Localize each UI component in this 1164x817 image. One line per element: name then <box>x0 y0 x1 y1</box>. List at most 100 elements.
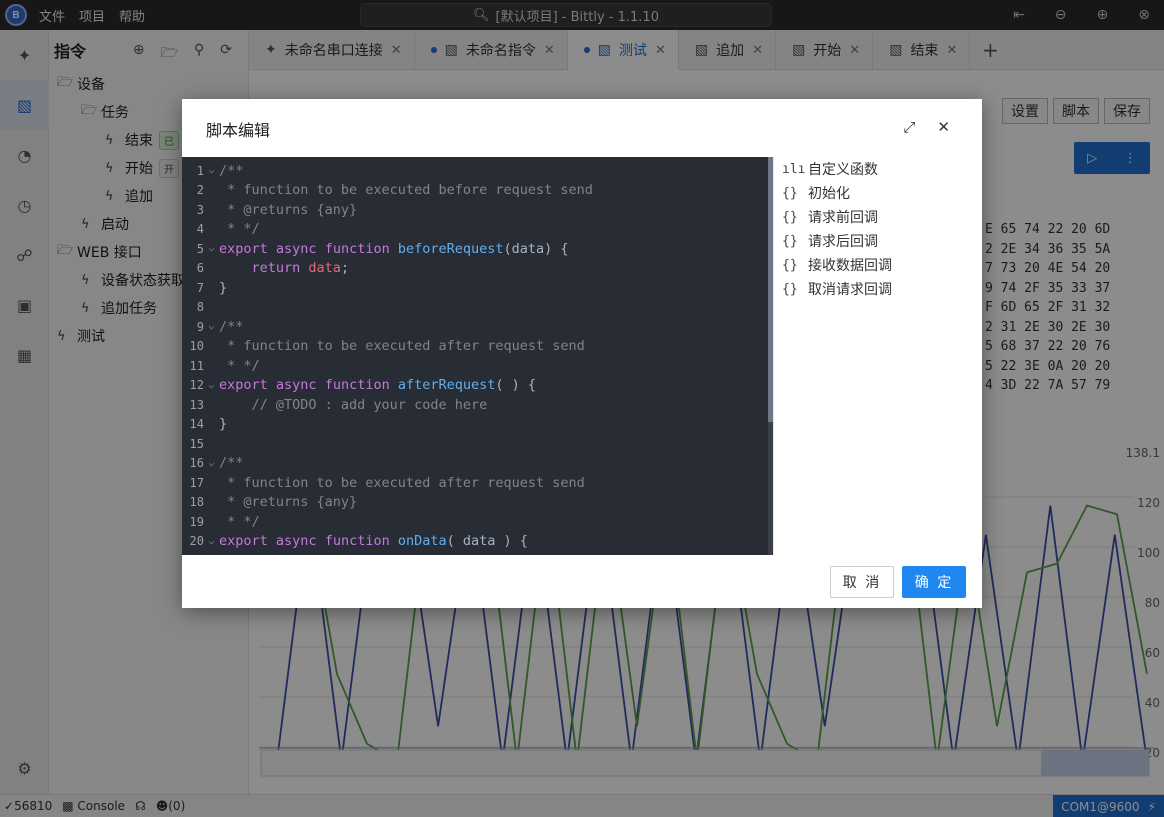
line-number: 16 <box>189 456 204 471</box>
code-token: } <box>219 416 228 433</box>
code-text: * function to be executed after request … <box>219 338 585 354</box>
line-number: 13 <box>189 397 204 412</box>
function-item[interactable]: ılı 自定义函数 <box>774 157 982 181</box>
function-item[interactable]: {} 请求后回调 <box>774 229 982 253</box>
code-token: * */ <box>219 221 260 238</box>
code-line: 9 ⌵/** <box>182 317 244 337</box>
fullscreen-icon[interactable]: ⤢ <box>903 118 915 136</box>
function-label: 接收数据回调 <box>808 258 892 274</box>
fold-chevron-icon[interactable]: ⌵ <box>204 458 219 469</box>
function-label: 请求前回调 <box>808 210 878 226</box>
code-token: function <box>324 240 398 257</box>
code-line: 18 * @returns {any} <box>182 493 358 513</box>
line-number: 20 <box>189 534 204 549</box>
code-token: afterRequest <box>397 377 496 394</box>
line-number: 14 <box>189 417 204 432</box>
code-token: export <box>219 533 276 550</box>
code-editor[interactable]: 1 ⌵/** 2 * function to be executed before … <box>182 157 769 555</box>
line-number: 19 <box>189 514 204 529</box>
line-number: 9 <box>196 319 204 334</box>
code-token: * @returns {any} <box>219 201 358 218</box>
fold-chevron-icon[interactable]: ⌵ <box>204 380 219 391</box>
braces-icon: {} <box>782 233 798 249</box>
fold-chevron-icon[interactable]: ⌵ <box>204 243 219 254</box>
function-label: 自定义函数 <box>808 162 878 178</box>
function-label: 取消请求回调 <box>808 282 892 298</box>
function-item[interactable]: {} 请求前回调 <box>774 205 982 229</box>
line-number: 12 <box>189 378 204 393</box>
code-line: 7} <box>182 278 227 298</box>
line-number: 5 <box>196 241 204 256</box>
code-text: * @returns {any} <box>219 494 357 510</box>
function-item[interactable]: {} 初始化 <box>774 181 982 205</box>
code-token: function <box>324 377 398 394</box>
dialog-title: 脚本编辑 <box>206 121 271 140</box>
code-text: * function to be executed before request… <box>219 182 593 198</box>
code-line: 11 * */ <box>182 356 260 376</box>
code-token: data <box>308 260 341 277</box>
code-token: // @TODO : add your code here <box>251 396 488 413</box>
waveform-icon: ılı <box>782 161 806 177</box>
line-number: 3 <box>196 202 204 217</box>
confirm-button[interactable]: 确 定 <box>902 566 966 598</box>
line-number: 1 <box>196 163 204 178</box>
code-line: 12 ⌵ export async function afterRequest( )… <box>182 376 536 396</box>
line-number: 2 <box>196 183 204 198</box>
function-label: 请求后回调 <box>808 234 878 250</box>
code-line: 1 ⌵/** <box>182 161 244 181</box>
code-text: * */ <box>219 358 260 374</box>
code-token: /** <box>219 162 244 179</box>
braces-icon: {} <box>782 281 798 297</box>
code-text: * */ <box>219 514 260 530</box>
code-token: onData <box>397 533 447 550</box>
code-token: /** <box>219 318 244 335</box>
function-item[interactable]: {} 接收数据回调 <box>774 253 982 277</box>
code-token: async <box>275 533 325 550</box>
code-text: * */ <box>219 221 260 237</box>
code-line: 13 // @TODO : add your code here <box>182 395 488 415</box>
code-line: 3 * @returns {any} <box>182 200 357 220</box>
code-token: * function to be executed before request… <box>219 182 593 199</box>
code-text: * @returns {any} <box>219 202 357 218</box>
code-text: export async function beforeRequest(data… <box>219 241 569 257</box>
code-token: * @returns {any} <box>219 494 358 511</box>
braces-icon: {} <box>782 185 798 201</box>
line-number: 10 <box>189 339 204 354</box>
code-text: /** <box>219 163 243 179</box>
code-line: 20 ⌵ export async function onData( data ) … <box>182 532 528 552</box>
braces-icon: {} <box>782 257 798 273</box>
code-token: ( data ) { <box>446 533 528 550</box>
dialog-footer: 取 消 确 定 <box>830 566 966 598</box>
code-text: // @TODO : add your code here <box>219 396 488 413</box>
line-number: 6 <box>196 261 204 276</box>
code-token: async <box>275 377 325 394</box>
code-token: } <box>219 279 228 296</box>
fold-chevron-icon[interactable]: ⌵ <box>204 321 219 332</box>
code-line: 15 <box>182 434 219 454</box>
code-line: 19 * */ <box>182 512 260 532</box>
code-text: } <box>219 280 227 296</box>
script-editor-dialog: 脚本编辑 ⤢ ✕ 1 ⌵/** 2 * function to be execute… <box>182 99 982 608</box>
code-token: async <box>275 240 325 257</box>
code-token: export <box>219 377 276 394</box>
line-number: 17 <box>189 475 204 490</box>
code-line: 14} <box>182 415 228 435</box>
code-text: } <box>219 416 227 432</box>
code-text: /** <box>219 455 243 471</box>
function-list: ılı 自定义函数 {} 初始化 {} 请求前回调 {} 请求后回调 {} 接收数据回调 {} 取消请… <box>773 157 982 555</box>
code-token: * function to be executed after request … <box>219 338 585 355</box>
code-token: return <box>251 260 309 277</box>
code-line: 10 * function to be executed after reque… <box>182 337 585 357</box>
code-token: /** <box>219 455 244 472</box>
code-token: export <box>219 240 276 257</box>
code-text: return data; <box>219 260 350 277</box>
fold-chevron-icon[interactable]: ⌵ <box>204 165 219 176</box>
function-item[interactable]: {} 取消请求回调 <box>774 277 982 301</box>
fold-chevron-icon[interactable]: ⌵ <box>204 536 219 547</box>
line-number: 15 <box>189 436 204 451</box>
close-icon[interactable]: ✕ <box>937 118 950 136</box>
cancel-button[interactable]: 取 消 <box>830 566 894 598</box>
dialog-controls: ⤢ ✕ <box>903 118 950 136</box>
